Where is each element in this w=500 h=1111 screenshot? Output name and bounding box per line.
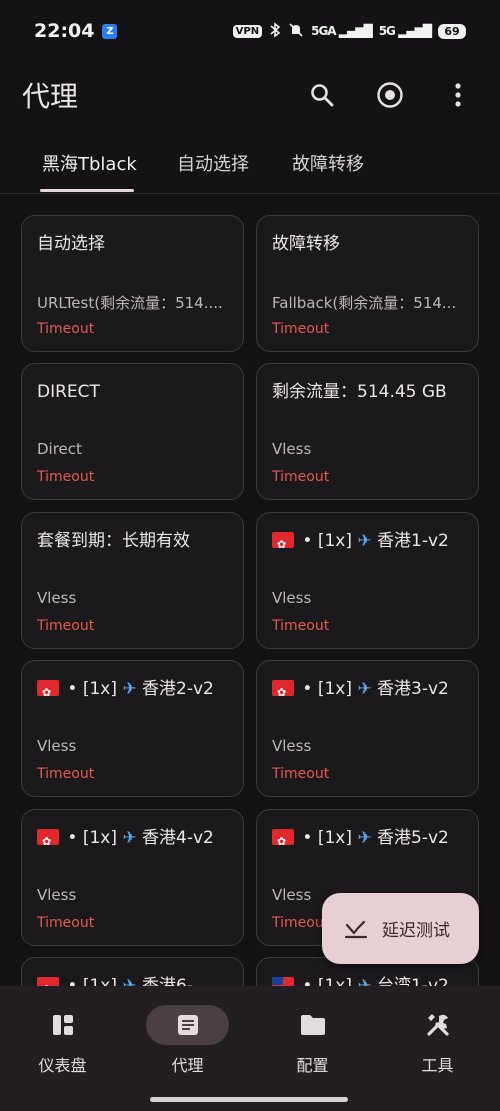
tools-icon	[396, 1005, 479, 1045]
more-vert-icon[interactable]	[441, 78, 475, 112]
proxy-type: Vless	[37, 737, 77, 755]
proxy-name: 自动选择	[37, 234, 105, 254]
nav-label: 代理	[171, 1056, 204, 1075]
status-indicators: VPN 5GA ▂▄▆█ 5G ▂▄▆█ 69	[232, 21, 466, 41]
proxy-card-plan-expiry[interactable]: 套餐到期：长期有效 Vless Timeout	[21, 512, 244, 649]
proxy-type: Vless	[37, 589, 77, 607]
proxy-group-tabs: 黑海Tblack 自动选择 故障转移	[0, 138, 500, 194]
proxy-card-hk4[interactable]: • [1x] ✈ 香港4-v2 Vless Timeout	[21, 809, 244, 946]
speed-test-icon	[344, 919, 368, 939]
nav-item-dashboard[interactable]: 仪表盘	[0, 986, 125, 1086]
proxy-type: URLTest(剩余流量：514....	[37, 294, 223, 312]
proxy-type: Vless	[272, 589, 312, 607]
latency-test-button[interactable]: 延迟测试	[322, 893, 479, 964]
proxy-card-fallback[interactable]: 故障转移 Fallback(剩余流量：514... Timeout	[256, 215, 479, 352]
article-icon	[146, 1005, 229, 1045]
nav-label: 工具	[421, 1056, 454, 1075]
hk-flag-icon	[37, 679, 59, 707]
proxy-status: Timeout	[272, 766, 330, 782]
proxy-name: 套餐到期：长期有效	[37, 531, 190, 551]
airplane-icon: ✈	[122, 679, 137, 699]
vpn-badge: VPN	[232, 24, 263, 38]
home-indicator[interactable]	[150, 1097, 348, 1102]
proxy-card-hk2[interactable]: • [1x] ✈ 香港2-v2 Vless Timeout	[21, 660, 244, 797]
page-title: 代理	[22, 80, 79, 113]
bluetooth-icon	[269, 21, 281, 41]
proxy-status: Timeout	[272, 618, 330, 634]
nav-label: 配置	[296, 1056, 329, 1075]
app-bar: 代理	[0, 62, 500, 128]
nav-item-proxy[interactable]: 代理	[125, 986, 250, 1086]
nav-label: 仪表盘	[38, 1056, 87, 1075]
proxy-name: • [1x] ✈ 香港4-v2	[37, 824, 231, 856]
nav-item-profiles[interactable]: 配置	[250, 986, 375, 1086]
proxy-card-hk6[interactable]: • [1x] ✈ 香港6-	[21, 957, 244, 987]
proxy-card-direct[interactable]: DIRECT Direct Timeout	[21, 363, 244, 500]
bottom-navigation: 仪表盘 代理 配置 工具	[0, 986, 500, 1111]
proxy-type: Fallback(剩余流量：514...	[272, 294, 457, 312]
proxy-type: Direct	[37, 440, 82, 458]
proxy-name: 故障转移	[272, 234, 340, 254]
mute-icon	[288, 22, 304, 41]
nav-item-tools[interactable]: 工具	[375, 986, 500, 1086]
proxy-name: • [1x] ✈ 台湾1-v2	[272, 972, 466, 987]
proxy-status: Timeout	[37, 915, 95, 931]
airplane-icon: ✈	[357, 531, 372, 551]
hk-flag-icon	[272, 679, 294, 707]
battery-indicator: 69	[438, 23, 466, 39]
proxy-status: Timeout	[272, 321, 330, 337]
proxy-type: Vless	[272, 737, 312, 755]
proxy-type: Vless	[272, 440, 312, 458]
signal-5ga: 5GA ▂▄▆█	[311, 24, 373, 38]
proxy-type: Vless	[37, 886, 77, 904]
status-time: 22:04	[34, 20, 95, 42]
proxy-name: • [1x] ✈ 香港1-v2	[272, 527, 466, 559]
hk-flag-icon	[37, 828, 59, 856]
status-bar: 22:04 Z VPN 5GA ▂▄▆█ 5G ▂▄▆█ 69	[0, 0, 500, 62]
proxy-status: Timeout	[37, 469, 95, 485]
proxy-card-hk3[interactable]: • [1x] ✈ 香港3-v2 Vless Timeout	[256, 660, 479, 797]
proxy-status: Timeout	[272, 469, 330, 485]
proxy-status: Timeout	[37, 618, 95, 634]
airplane-icon: ✈	[357, 679, 372, 699]
hk-flag-icon	[272, 828, 294, 856]
proxy-status: Timeout	[272, 915, 330, 931]
proxy-card-auto-select[interactable]: 自动选择 URLTest(剩余流量：514.... Timeout	[21, 215, 244, 352]
latency-test-label: 延迟测试	[382, 921, 450, 941]
dashboard-icon	[21, 1005, 104, 1045]
folder-icon	[271, 1005, 354, 1045]
tab-fallback[interactable]: 故障转移	[292, 150, 364, 176]
proxy-name: 剩余流量：514.45 GB	[272, 382, 447, 402]
proxy-grid: 自动选择 URLTest(剩余流量：514.... Timeout 故障转移 F…	[21, 215, 479, 987]
hk-flag-icon	[272, 531, 294, 559]
active-tab-indicator	[40, 189, 134, 192]
search-icon[interactable]	[305, 78, 339, 112]
proxy-name: • [1x] ✈ 香港2-v2	[37, 675, 231, 707]
proxy-name: • [1x] ✈ 香港6-	[37, 972, 231, 987]
proxy-name: DIRECT	[37, 382, 100, 402]
target-icon[interactable]	[373, 78, 407, 112]
proxy-card-remaining-traffic[interactable]: 剩余流量：514.45 GB Vless Timeout	[256, 363, 479, 500]
airplane-icon: ✈	[357, 828, 372, 848]
tab-auto-select[interactable]: 自动选择	[177, 150, 249, 176]
tab-tblack[interactable]: 黑海Tblack	[42, 150, 137, 176]
proxy-status: Timeout	[37, 766, 95, 782]
proxy-card-hk1[interactable]: • [1x] ✈ 香港1-v2 Vless Timeout	[256, 512, 479, 649]
proxy-name: • [1x] ✈ 香港5-v2	[272, 824, 466, 856]
app-notification-icon: Z	[102, 23, 118, 39]
proxy-name: • [1x] ✈ 香港3-v2	[272, 675, 466, 707]
proxy-status: Timeout	[37, 321, 95, 337]
signal-5g: 5G ▂▄▆█	[378, 24, 432, 38]
airplane-icon: ✈	[122, 828, 137, 848]
